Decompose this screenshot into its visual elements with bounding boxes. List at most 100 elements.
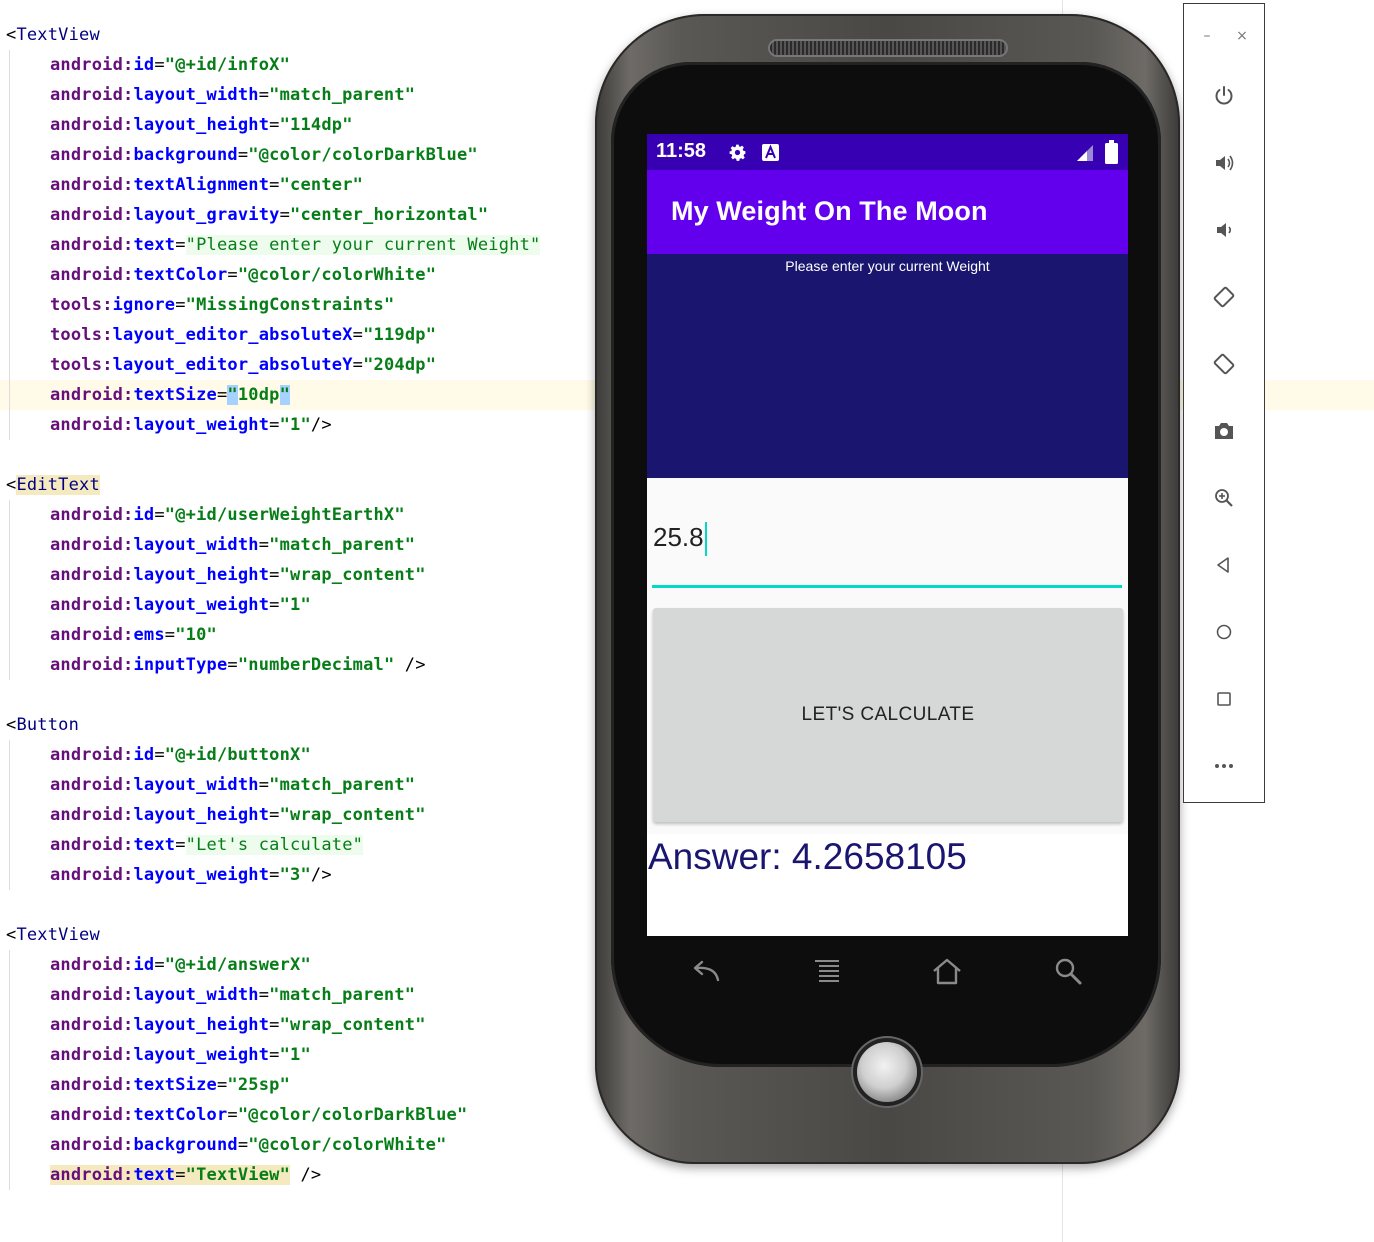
emulator-back-button[interactable] <box>1206 547 1242 583</box>
attr-namespace: android <box>50 535 124 555</box>
indent-guide <box>9 50 10 440</box>
quote: " <box>269 535 280 555</box>
hw-home-key[interactable] <box>927 953 967 989</box>
volume-up-button[interactable] <box>1206 145 1242 181</box>
attr-name: textSize <box>133 385 217 405</box>
xml-attribute-line[interactable]: android:id="@+id/infoX" <box>50 50 290 80</box>
xml-attribute-line[interactable]: android:inputType="numberDecimal" /> <box>50 650 426 680</box>
xml-attribute-line[interactable]: android:layout_weight="3"/> <box>50 860 332 890</box>
close-button[interactable]: × <box>1232 26 1252 46</box>
attr-value: MissingConstraints <box>196 295 384 315</box>
minimize-button[interactable]: – <box>1197 26 1217 46</box>
xml-tag-line[interactable]: <Button <box>6 710 79 740</box>
quote: " <box>415 805 426 825</box>
attr-value: match_parent <box>279 775 405 795</box>
xml-attribute-line[interactable]: android:textColor="@color/colorWhite" <box>50 260 436 290</box>
calculate-button[interactable]: LET'S CALCULATE <box>653 608 1123 822</box>
xml-attribute-line[interactable]: tools:layout_editor_absoluteX="119dp" <box>50 320 436 350</box>
attr-name: textSize <box>133 1075 217 1095</box>
attr-namespace: tools <box>50 325 103 345</box>
hw-back-key[interactable] <box>686 953 726 989</box>
attr-colon: : <box>123 145 134 165</box>
quote: " <box>279 1045 291 1065</box>
xml-attribute-line[interactable]: android:layout_width="match_parent" <box>50 770 415 800</box>
tag-bracket: < <box>6 25 17 45</box>
attr-colon: : <box>123 415 134 435</box>
signal-icon <box>1077 145 1093 161</box>
attr-name: layout_editor_absoluteX <box>112 325 353 345</box>
hw-search-key[interactable] <box>1048 953 1088 989</box>
volume-down-button[interactable] <box>1206 212 1242 248</box>
xml-attribute-line[interactable]: android:ems="10" <box>50 620 217 650</box>
xml-attribute-line[interactable]: android:layout_gravity="center_horizonta… <box>50 200 488 230</box>
xml-attribute-line[interactable]: android:layout_weight="1" <box>50 1040 311 1070</box>
xml-attribute-line[interactable]: android:id="@+id/userWeightEarthX" <box>50 500 405 530</box>
phone-screen[interactable]: 11:58 My Weight On The Moon Please enter… <box>647 134 1128 936</box>
attr-equals: = <box>216 1075 228 1095</box>
quote: " <box>279 1015 291 1035</box>
quote: " <box>383 655 395 675</box>
xml-attribute-line[interactable]: android:background="@color/colorDarkBlue… <box>50 140 478 170</box>
xml-attribute-line[interactable]: android:text="TextView" /> <box>50 1160 321 1190</box>
quote: " <box>164 505 176 525</box>
xml-attribute-line[interactable]: android:layout_height="114dp" <box>50 110 353 140</box>
screenshot-button[interactable] <box>1206 413 1242 449</box>
xml-attribute-line[interactable]: android:textAlignment="center" <box>50 170 363 200</box>
attr-colon: : <box>123 745 134 765</box>
xml-attribute-line[interactable]: android:layout_width="match_parent" <box>50 80 415 110</box>
attr-equals: = <box>258 85 270 105</box>
attr-name: textColor <box>133 265 228 285</box>
xml-attribute-line[interactable]: android:textSize="25sp" <box>50 1070 290 1100</box>
xml-attribute-line[interactable]: android:layout_height="wrap_content" <box>50 560 426 590</box>
xml-attribute-line[interactable]: android:layout_weight="1" <box>50 590 311 620</box>
xml-attribute-line[interactable]: android:layout_height="wrap_content" <box>50 1010 426 1040</box>
rotate-right-button[interactable] <box>1206 346 1242 382</box>
zoom-icon <box>1215 489 1233 507</box>
hw-menu-key[interactable] <box>807 953 847 989</box>
attr-value: center <box>290 175 353 195</box>
xml-attribute-line[interactable]: android:id="@+id/buttonX" <box>50 740 311 770</box>
power-button[interactable] <box>1206 78 1242 114</box>
rotate-left-button[interactable] <box>1206 279 1242 315</box>
trackball-home-button[interactable] <box>857 1042 917 1102</box>
xml-attribute-line[interactable]: android:textSize="10dp" <box>50 380 291 410</box>
xml-attribute-line[interactable]: android:text="Please enter your current … <box>50 230 541 260</box>
overview-button[interactable] <box>1206 681 1242 717</box>
emulator-toolbar: – × <box>1183 3 1265 803</box>
quote: " <box>279 805 291 825</box>
attr-colon: : <box>123 235 134 255</box>
weight-input[interactable]: 25.8 <box>652 506 1122 590</box>
search-icon <box>1055 958 1082 985</box>
xml-tag-line[interactable]: <EditText <box>6 470 100 500</box>
status-bar: 11:58 <box>647 134 1128 170</box>
xml-attribute-line[interactable]: tools:ignore="MissingConstraints" <box>50 290 394 320</box>
quote: " <box>279 385 291 405</box>
xml-attribute-line[interactable]: android:background="@color/colorWhite" <box>50 1130 447 1160</box>
xml-attribute-line[interactable]: tools:layout_editor_absoluteY="204dp" <box>50 350 436 380</box>
xml-attribute-line[interactable]: android:layout_width="match_parent" <box>50 980 415 1010</box>
xml-attribute-line[interactable]: android:text="Let's calculate" <box>50 830 364 860</box>
app-bar: My Weight On The Moon <box>647 170 1128 254</box>
attr-colon: : <box>102 325 113 345</box>
quote: " <box>363 355 374 375</box>
zoom-button[interactable] <box>1206 480 1242 516</box>
attr-name: layout_width <box>133 535 259 555</box>
xml-attribute-line[interactable]: android:layout_width="match_parent" <box>50 530 415 560</box>
attr-colon: : <box>123 385 134 405</box>
weight-value[interactable]: 25.8 <box>653 522 707 557</box>
more-button[interactable] <box>1206 748 1242 784</box>
xml-attribute-line[interactable]: android:textColor="@color/colorDarkBlue" <box>50 1100 467 1130</box>
xml-tag-line[interactable]: <TextView <box>6 20 100 50</box>
xml-attribute-line[interactable]: android:id="@+id/answerX" <box>50 950 311 980</box>
xml-attribute-line[interactable]: android:layout_height="wrap_content" <box>50 800 426 830</box>
attr-colon: : <box>123 655 134 675</box>
rotate-left-icon <box>1213 286 1235 308</box>
attr-equals: = <box>352 355 364 375</box>
xml-attribute-line[interactable]: android:layout_weight="1"/> <box>50 410 332 440</box>
attr-namespace: android <box>50 265 124 285</box>
power-icon <box>1215 86 1233 105</box>
attr-name: layout_weight <box>133 415 270 435</box>
emulator-home-button[interactable] <box>1206 614 1242 650</box>
xml-tag-line[interactable]: <TextView <box>6 920 100 950</box>
quote: " <box>227 385 238 405</box>
